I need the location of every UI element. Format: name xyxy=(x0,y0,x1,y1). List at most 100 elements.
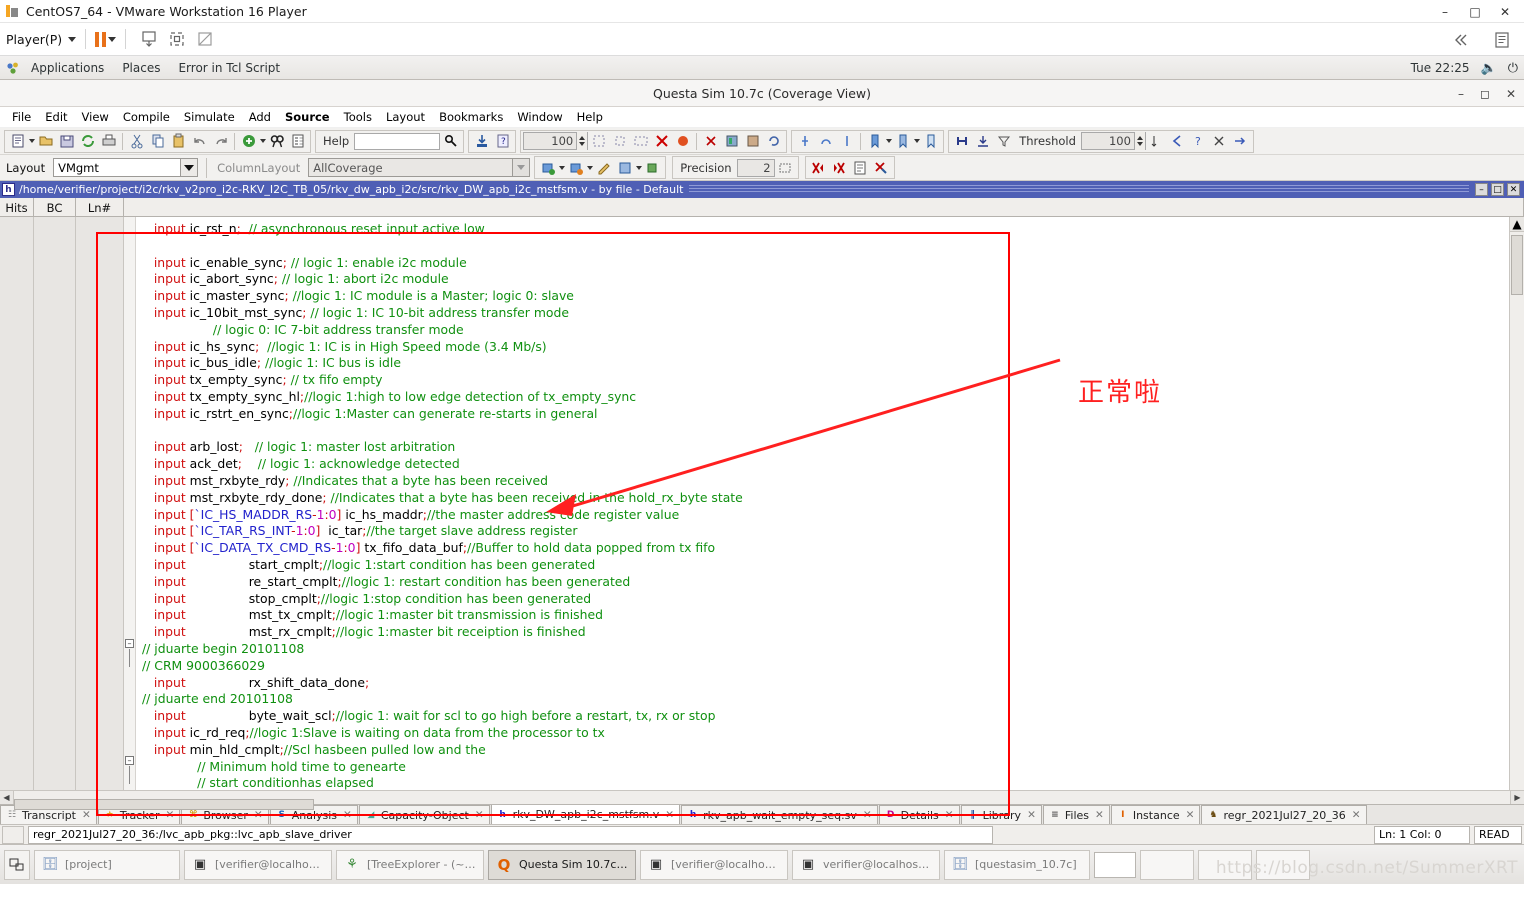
new-file-icon[interactable] xyxy=(7,131,28,152)
goto-first-icon[interactable] xyxy=(794,131,815,152)
send-ctrl-alt-del-icon[interactable] xyxy=(139,29,159,49)
menu-add[interactable]: Add xyxy=(242,107,278,128)
column-header-bc[interactable]: BC xyxy=(34,198,76,217)
menu-tools[interactable]: Tools xyxy=(337,107,379,128)
show-desktop-icon[interactable] xyxy=(4,849,30,880)
bookmark-clear-icon[interactable] xyxy=(920,131,941,152)
save-icon[interactable] xyxy=(56,131,77,152)
redo-icon[interactable] xyxy=(210,131,231,152)
menu-compile[interactable]: Compile xyxy=(116,107,177,128)
horizontal-scroll-thumb[interactable] xyxy=(14,798,314,810)
export-coverage-icon[interactable] xyxy=(642,157,663,178)
coverage-save-icon[interactable] xyxy=(471,131,492,152)
source-horizontal-scrollbar[interactable]: ◀ ▶ xyxy=(0,790,1524,810)
tab-details[interactable]: D Details ✕ xyxy=(878,805,960,824)
paste-icon[interactable] xyxy=(168,131,189,152)
chevron-down-icon[interactable] xyxy=(180,159,198,176)
menu-view[interactable]: View xyxy=(75,107,116,128)
clear-filter-icon[interactable] xyxy=(1209,131,1230,152)
vmware-maximize-button[interactable]: □ xyxy=(1460,1,1490,23)
questa-minimize-button[interactable]: – xyxy=(1458,87,1464,101)
scroll-left-arrow[interactable]: ◀ xyxy=(0,791,14,804)
close-icon[interactable]: ✕ xyxy=(1186,809,1195,821)
clear-exclusions-icon[interactable] xyxy=(871,157,892,178)
close-icon[interactable]: ✕ xyxy=(1352,809,1361,821)
search-help-icon[interactable] xyxy=(440,131,461,152)
close-icon[interactable]: ✕ xyxy=(1027,809,1036,821)
source-code-body[interactable]: input ic_rst_n; // asynchronous reset in… xyxy=(136,217,1509,790)
print-icon[interactable] xyxy=(98,131,119,152)
source-minimize-button[interactable]: – xyxy=(1475,183,1488,196)
precision-toggle-icon[interactable] xyxy=(775,157,796,178)
bookmark-add-icon[interactable] xyxy=(864,131,885,152)
close-icon[interactable]: ✕ xyxy=(863,809,872,821)
close-icon[interactable]: ✕ xyxy=(1095,809,1104,821)
undo-icon[interactable] xyxy=(189,131,210,152)
tab-library[interactable]: ‖ Library ✕ xyxy=(960,805,1042,824)
scroll-right-arrow[interactable]: ▶ xyxy=(1510,791,1524,804)
tab-rkv-apb-wait-empty-seq-sv[interactable]: h rkv_apb_wait_empty_seq.sv ✕ xyxy=(681,805,878,824)
close-icon[interactable]: ✕ xyxy=(166,809,175,821)
tab-capacity-object[interactable]: ◢ Capacity-Object ✕ xyxy=(358,805,490,824)
scroll-up-arrow[interactable]: ▲ xyxy=(1510,217,1524,232)
branch-icon[interactable] xyxy=(1167,131,1188,152)
chevron-down-icon[interactable] xyxy=(512,159,530,176)
gnome-window-error-in-tcl-script[interactable]: Error in Tcl Script xyxy=(169,56,289,80)
menu-file[interactable]: File xyxy=(5,107,38,128)
threshold-spinner[interactable]: 100 xyxy=(1080,132,1146,150)
find-in-files-icon[interactable] xyxy=(287,131,308,152)
edit-coverage-icon[interactable] xyxy=(593,157,614,178)
tab-rkv-dw-apb-i2c-mstfsm-v[interactable]: h rkv_DW_apb_i2c_mstfsm.v ✕ xyxy=(490,805,681,824)
collapse-all-icon[interactable] xyxy=(972,131,993,152)
help-contents-icon[interactable]: ? xyxy=(492,131,513,152)
load-coverage-icon[interactable] xyxy=(565,157,586,178)
zoom-spinner[interactable]: 100 xyxy=(523,132,589,150)
fullscreen-icon[interactable] xyxy=(167,29,187,49)
menu-simulate[interactable]: Simulate xyxy=(177,107,242,128)
pause-icon[interactable] xyxy=(95,31,107,47)
column-header-hits[interactable]: Hits xyxy=(0,198,34,217)
chevron-down-icon[interactable] xyxy=(108,36,117,42)
delete-coverage-icon[interactable] xyxy=(651,131,672,152)
zoom-stepper[interactable] xyxy=(576,132,588,150)
unity-mode-icon[interactable] xyxy=(195,29,215,49)
close-icon[interactable]: ✕ xyxy=(475,809,484,821)
menu-icon[interactable] xyxy=(1492,30,1512,50)
questa-maximize-button[interactable]: ◻ xyxy=(1480,87,1490,101)
layout-combobox[interactable]: VMgmt xyxy=(53,158,199,177)
menu-layout[interactable]: Layout xyxy=(379,107,432,128)
column-header-ln[interactable]: Ln# xyxy=(76,198,124,217)
goto-next-icon[interactable] xyxy=(836,131,857,152)
close-icon[interactable]: ✕ xyxy=(82,809,91,821)
questa-close-button[interactable]: ✕ xyxy=(1506,87,1516,101)
gnome-menu-applications[interactable]: Applications xyxy=(22,56,113,80)
vmware-close-button[interactable]: ✕ xyxy=(1490,1,1520,23)
menu-help[interactable]: Help xyxy=(570,107,610,128)
save-coverage-icon[interactable] xyxy=(537,157,558,178)
clear-icon[interactable] xyxy=(700,131,721,152)
collapse-left-icon[interactable] xyxy=(1450,30,1470,50)
help-search-input[interactable] xyxy=(354,132,441,150)
coverage-report-icon[interactable] xyxy=(721,131,742,152)
close-icon[interactable]: ✕ xyxy=(343,809,352,821)
menu-source[interactable]: Source xyxy=(278,107,337,128)
taskbar-blank-window[interactable] xyxy=(1094,851,1136,878)
vertical-scroll-thumb[interactable] xyxy=(1511,235,1523,295)
source-close-button[interactable]: ✕ xyxy=(1507,183,1520,196)
copy-icon[interactable] xyxy=(147,131,168,152)
taskbar-item[interactable]: ⚘ [TreeExplorer - (~/project... xyxy=(336,849,484,880)
goto-prev-icon[interactable] xyxy=(815,131,836,152)
taskbar-item[interactable]: ▣ verifier@localhost:~ xyxy=(792,849,940,880)
close-icon[interactable]: ✕ xyxy=(665,809,674,821)
fold-marker[interactable]: – xyxy=(125,756,134,765)
taskbar-item[interactable]: Q Questa Sim 10.7c (Cover... xyxy=(488,849,636,880)
close-icon[interactable]: ✕ xyxy=(945,809,954,821)
save-as-icon[interactable] xyxy=(614,157,635,178)
precision-field[interactable]: 2 xyxy=(736,158,775,177)
zoom-full-icon[interactable] xyxy=(630,131,651,152)
coverage-report2-icon[interactable] xyxy=(742,131,763,152)
taskbar-item[interactable]: 🗄 [questasim_10.7c] xyxy=(944,849,1090,880)
expand-all-icon[interactable] xyxy=(951,131,972,152)
exclude-icon[interactable] xyxy=(672,131,693,152)
menu-edit[interactable]: Edit xyxy=(38,107,74,128)
